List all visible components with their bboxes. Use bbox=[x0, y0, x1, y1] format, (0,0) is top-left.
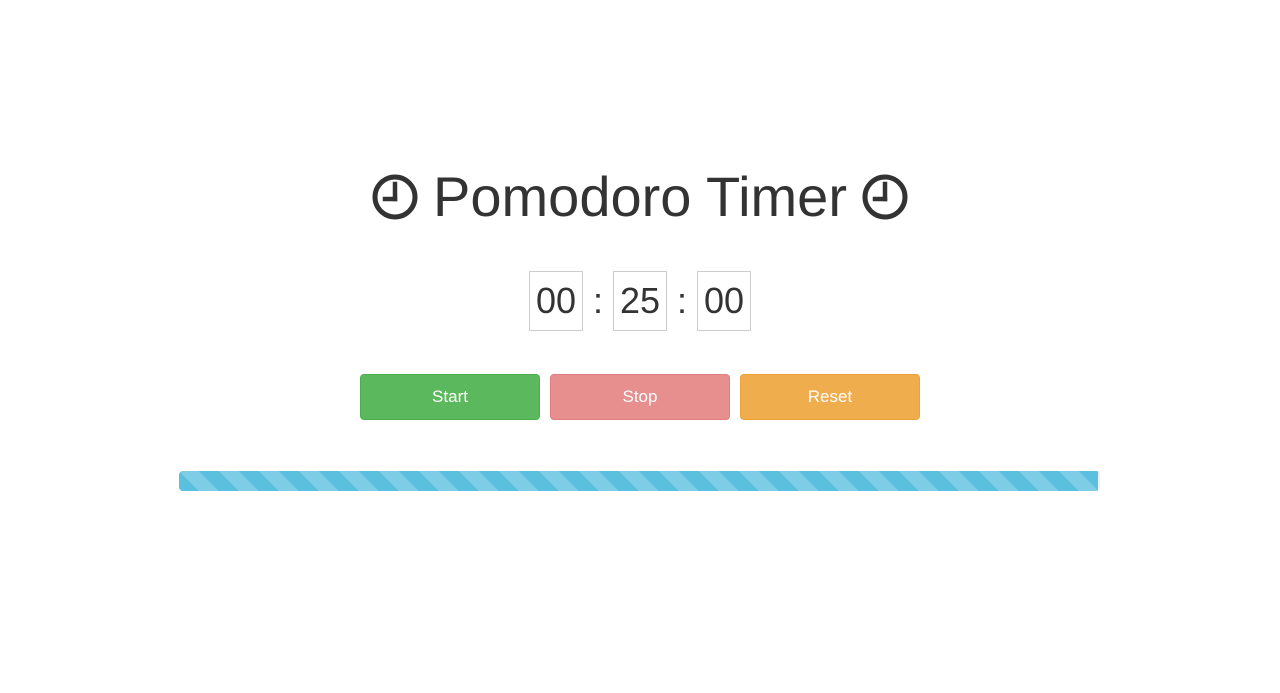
reset-button[interactable]: Reset bbox=[740, 374, 920, 420]
timer-separator: : bbox=[676, 280, 687, 321]
timer-seconds: 00 bbox=[697, 271, 751, 331]
page-header: Pomodoro Timer bbox=[0, 166, 1280, 228]
timer-hours: 00 bbox=[529, 271, 583, 331]
page-title: Pomodoro Timer bbox=[433, 165, 847, 228]
pomodoro-page: Pomodoro Timer 00 : 25 : 00 Start Stop R… bbox=[0, 0, 1280, 693]
clock-icon bbox=[371, 173, 419, 221]
timer-separator: : bbox=[592, 280, 603, 321]
start-button[interactable]: Start bbox=[360, 374, 540, 420]
timer-controls: Start Stop Reset bbox=[360, 374, 920, 420]
timer-display: 00 : 25 : 00 bbox=[0, 271, 1280, 331]
progress-bar-track bbox=[179, 471, 1100, 491]
clock-icon bbox=[861, 173, 909, 221]
stop-button[interactable]: Stop bbox=[550, 374, 730, 420]
progress-bar-fill bbox=[179, 471, 1099, 491]
timer-minutes: 25 bbox=[613, 271, 667, 331]
